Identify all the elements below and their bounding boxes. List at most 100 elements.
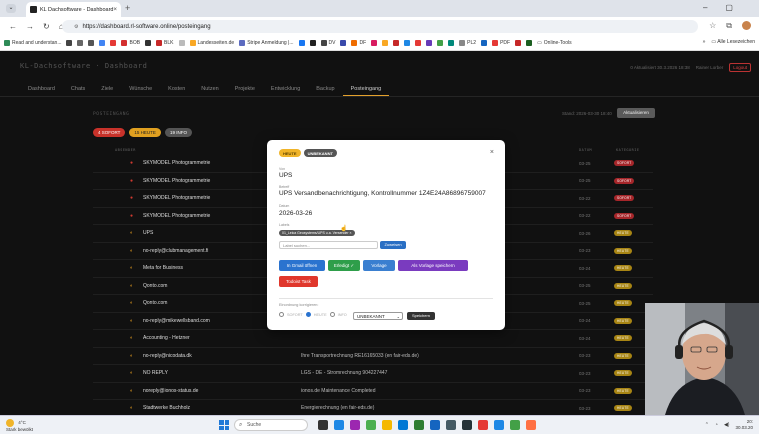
bookmark-item[interactable]: BOB [121, 40, 140, 46]
table-row[interactable]: ◐ noreply@ionos-status.de ionos.de Mainten… [93, 383, 653, 400]
table-row[interactable]: ◐ NO REPLY LGS - DE - Stromrechnung 904227… [93, 365, 653, 383]
red-bookmark-icon[interactable] [110, 40, 117, 46]
refresh-button[interactable]: Aktualisieren [617, 108, 655, 118]
youtube-icon[interactable] [415, 40, 422, 46]
menu-item-kosten[interactable]: Kosten [160, 82, 193, 96]
tray-chevron-icon[interactable]: ⌃ [705, 422, 709, 428]
logout-button[interactable]: Logout [729, 63, 751, 72]
whatsapp-icon[interactable] [510, 420, 520, 430]
menu-item-projekte[interactable]: Projekte [227, 82, 263, 96]
menu-item-chats[interactable]: Chats [63, 82, 93, 96]
menu-item-ziele[interactable]: Ziele [93, 82, 121, 96]
store-icon[interactable] [414, 420, 424, 430]
bookmark-item[interactable]: PDF [492, 40, 510, 46]
menu-item-dashboard[interactable]: Dashboard [20, 82, 63, 96]
radio-heute[interactable] [305, 312, 311, 317]
drive-icon[interactable] [481, 40, 488, 46]
purple-bookmark-icon[interactable] [426, 40, 433, 46]
filter-heute[interactable]: 15 HEUTE [129, 128, 161, 137]
bookmark-star-icon[interactable]: ☆ [709, 21, 716, 31]
menu-item-nutzen[interactable]: Nutzen [193, 82, 226, 96]
menu-item-entwicklung[interactable]: Entwicklung [263, 82, 308, 96]
windows-start-icon[interactable] [219, 420, 229, 430]
new-tab-icon[interactable]: + [125, 3, 130, 13]
notes-icon[interactable] [494, 420, 504, 430]
circle-icon[interactable] [145, 40, 152, 46]
task-view-icon[interactable] [318, 420, 328, 430]
open-gmail-button[interactable]: In Gmail öffnen [279, 260, 325, 271]
save-button[interactable]: Speichern [407, 312, 435, 320]
bookmark-item[interactable]: Landesseiten.de [189, 40, 234, 46]
all-bookmarks[interactable]: ▭ Alle Lesezeichen [711, 39, 755, 45]
app-brand[interactable]: KL-Dachsoftware · Dashboard [20, 62, 147, 70]
weather-widget[interactable]: 4°C Stark bewölkt [6, 419, 33, 433]
pink-bookmark-icon[interactable] [371, 40, 378, 46]
blue2-bookmark-icon[interactable] [404, 40, 411, 46]
extensions-icon[interactable]: ⧉ [726, 21, 732, 31]
forward-icon[interactable]: → [26, 22, 34, 31]
blue-bookmark-icon[interactable] [340, 40, 347, 46]
save-as-template-button[interactable]: Als Vorlage speichern [398, 260, 468, 271]
menu-item-wuensche[interactable]: Wünsche [121, 82, 160, 96]
menu-item-posteingang[interactable]: Posteingang [342, 82, 390, 96]
menu-item-backup[interactable]: Backup [308, 82, 342, 96]
bookmark-item[interactable]: DV [320, 40, 335, 46]
photos-icon[interactable] [430, 420, 440, 430]
template-button[interactable]: Vorlage [363, 260, 395, 271]
bookmark-item[interactable]: DF [351, 40, 366, 46]
app-icon[interactable] [350, 420, 360, 430]
github-icon[interactable] [309, 40, 316, 46]
dark-green-bookmark-icon[interactable] [526, 40, 533, 46]
browser-tab[interactable]: KL Dachsoftware - Dashboard × [26, 2, 121, 17]
close-icon[interactable]: × [490, 149, 494, 156]
google-icon[interactable] [99, 40, 106, 46]
more-bookmarks-icon[interactable]: » [703, 39, 706, 45]
filter-sofort[interactable]: 4 SOFORT [93, 128, 126, 137]
radio-sofort[interactable] [279, 312, 284, 317]
outlook-icon[interactable] [398, 420, 408, 430]
volume-icon[interactable]: ◀) [724, 422, 730, 428]
table-row[interactable]: ◐ no-reply@nicodata.dk Ihre Transportrechn… [93, 348, 653, 365]
assign-button[interactable]: Zuweisen [380, 241, 406, 249]
bookmark-item[interactable]: Read and understan... [4, 40, 61, 46]
bookmark-folder[interactable]: ▭ Online-Tools [537, 40, 572, 46]
reload-icon[interactable]: ↻ [43, 22, 50, 31]
tab-search-icon[interactable]: ⌄ [6, 4, 16, 13]
terminal-icon[interactable] [446, 420, 456, 430]
code-icon[interactable] [462, 420, 472, 430]
todoist-task-button[interactable]: Todoist Task [279, 276, 318, 287]
red2-bookmark-icon[interactable] [393, 40, 400, 46]
back-icon[interactable]: ← [9, 22, 17, 31]
red3-bookmark-icon[interactable] [515, 40, 522, 46]
arrow-icon[interactable] [178, 40, 185, 46]
radio-info[interactable] [329, 312, 335, 317]
explorer-icon[interactable] [382, 420, 392, 430]
grid-icon[interactable] [77, 40, 84, 46]
category-select[interactable]: UNBEKANNT ⌄ [353, 312, 403, 320]
red-app-icon[interactable] [478, 420, 488, 430]
clock[interactable]: 20: 30.03.20 [735, 419, 753, 430]
green-bookmark-icon[interactable] [437, 40, 444, 46]
chrome2-icon[interactable] [526, 420, 536, 430]
done-button[interactable]: Erledigt ✓ [328, 260, 360, 271]
site-info-icon[interactable]: ⚙ [74, 24, 78, 30]
table-row[interactable]: ◐ Accounting - Hetzner 03-24 HEUTE [93, 330, 653, 348]
url-input[interactable]: ⚙ https://dashboard.rl-software.online/p… [62, 20, 698, 33]
bookmark-item[interactable]: PL2 [459, 40, 476, 46]
star-icon[interactable] [88, 40, 95, 46]
taskbar-search[interactable]: Suche [234, 419, 308, 431]
chrome-icon[interactable] [366, 420, 376, 430]
edge-icon[interactable] [334, 420, 344, 430]
filter-info[interactable]: 19 INFO [164, 128, 192, 137]
yellow-bookmark-icon[interactable] [382, 40, 389, 46]
wifi-icon[interactable]: ◔ [715, 422, 718, 428]
window-controls[interactable]: –▢ [703, 3, 751, 12]
teal-bookmark-icon[interactable] [448, 40, 455, 46]
facebook-icon[interactable] [298, 40, 305, 46]
apps-icon[interactable] [66, 40, 73, 46]
bookmark-item[interactable]: Stripe Anmeldung |... [239, 40, 294, 46]
tab-close-icon[interactable]: × [113, 7, 117, 13]
profile-avatar[interactable] [742, 21, 751, 30]
label-search-input[interactable]: Label suchen... [279, 241, 378, 249]
bookmark-item[interactable]: BLK [156, 40, 174, 46]
